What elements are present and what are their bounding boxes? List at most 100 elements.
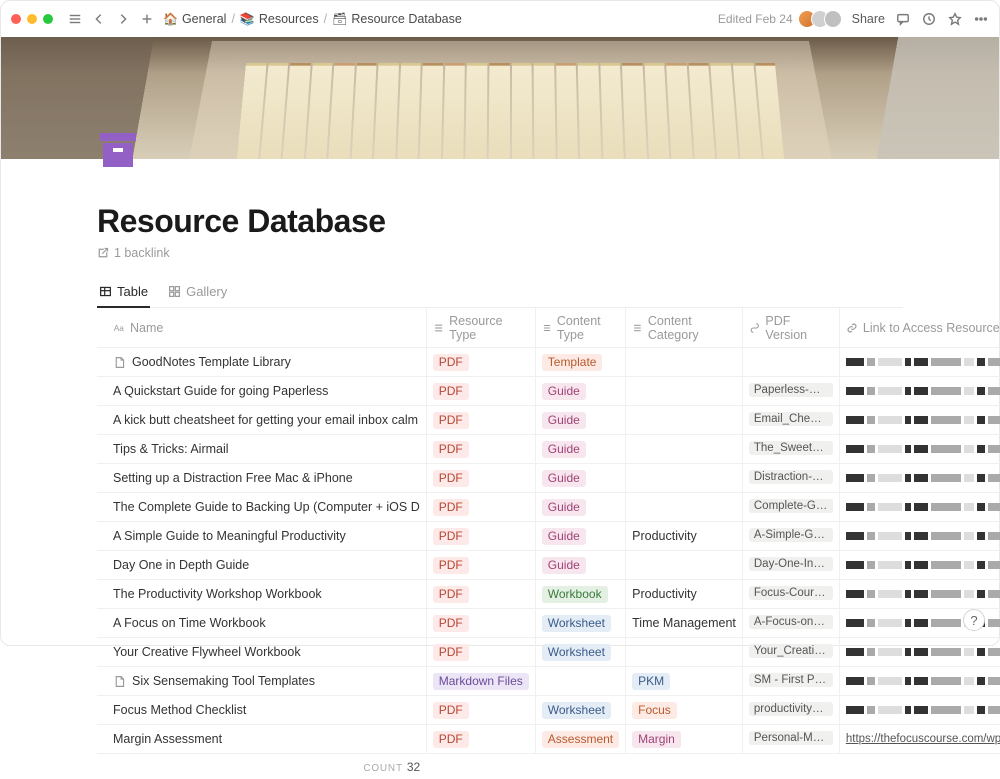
page-content: Resource Database 1 backlink Table Galle… — [1, 159, 999, 779]
table-row[interactable]: A Simple Guide to Meaningful Productivit… — [97, 522, 1000, 551]
breadcrumb-label: General — [182, 12, 226, 26]
table-row[interactable]: Your Creative Flywheel WorkbookPDFWorksh… — [97, 638, 1000, 667]
nav-back-icon[interactable] — [91, 11, 107, 27]
sidebar-toggle-icon[interactable] — [67, 11, 83, 27]
link-cell[interactable] — [839, 580, 1000, 609]
page-title[interactable]: Resource Database — [97, 203, 903, 240]
table-row[interactable]: A Quickstart Guide for going PaperlessPD… — [97, 377, 1000, 406]
content-type-tag: Template — [542, 354, 603, 371]
pdf-attachment[interactable]: Personal-Marg… — [749, 731, 833, 745]
updates-icon[interactable] — [921, 11, 937, 27]
link-cell[interactable] — [839, 638, 1000, 667]
link-cell[interactable] — [839, 348, 1000, 377]
row-title: Day One in Depth Guide — [113, 558, 249, 572]
resource-type-tag: PDF — [433, 441, 469, 458]
content-type-tag: Guide — [542, 441, 586, 458]
avatar — [824, 10, 842, 28]
minimize-window-icon[interactable] — [27, 14, 37, 24]
content-category-tag: PKM — [632, 673, 670, 690]
column-header-link[interactable]: Link to Access Resource — [839, 308, 1000, 348]
tab-label: Table — [117, 284, 148, 299]
nav-forward-icon[interactable] — [115, 11, 131, 27]
table-row[interactable]: Focus Method ChecklistPDFWorksheetFocusp… — [97, 696, 1000, 725]
content-category-tag: Focus — [632, 702, 677, 719]
home-icon: 🏠 — [163, 12, 178, 26]
breadcrumb-label: Resources — [259, 12, 319, 26]
cover-image[interactable] — [1, 37, 999, 159]
column-header-resource-type[interactable]: Resource Type — [426, 308, 535, 348]
table-row[interactable]: The Productivity Workshop WorkbookPDFWor… — [97, 580, 1000, 609]
row-title: GoodNotes Template Library — [132, 355, 291, 369]
link-cell[interactable] — [839, 406, 1000, 435]
favorite-icon[interactable] — [947, 11, 963, 27]
column-header-content-type[interactable]: Content Type — [535, 308, 625, 348]
tab-gallery[interactable]: Gallery — [166, 278, 229, 307]
help-button[interactable]: ? — [963, 609, 985, 631]
table-row[interactable]: Six Sensemaking Tool TemplatesMarkdown F… — [97, 667, 1000, 696]
tab-table[interactable]: Table — [97, 278, 150, 307]
pdf-attachment[interactable]: Email_Cheatsh… — [749, 412, 833, 426]
comments-icon[interactable] — [895, 11, 911, 27]
link-cell[interactable] — [839, 667, 1000, 696]
backlinks-link[interactable]: 1 backlink — [97, 246, 903, 260]
database-view-tabs: Table Gallery — [97, 278, 903, 308]
books-icon: 📚 — [240, 12, 255, 26]
link-cell[interactable] — [839, 551, 1000, 580]
breadcrumb-general[interactable]: 🏠 General — [163, 12, 226, 26]
resource-type-tag: PDF — [433, 557, 469, 574]
table-row[interactable]: Day One in Depth GuidePDFGuideDay-One-In… — [97, 551, 1000, 580]
topbar-right: Edited Feb 24 Share — [718, 10, 989, 28]
presence-avatars[interactable] — [803, 10, 842, 28]
pdf-attachment[interactable]: Focus-Course… — [749, 586, 833, 600]
link-cell[interactable] — [839, 464, 1000, 493]
resource-type-tag: PDF — [433, 499, 469, 516]
content-category-tag: Margin — [632, 731, 681, 748]
pdf-attachment[interactable]: A-Focus-on-Ti… — [749, 615, 833, 629]
row-title: A kick butt cheatsheet for getting your … — [113, 413, 418, 427]
new-page-icon[interactable] — [139, 11, 155, 27]
pdf-attachment[interactable]: Day-One-In-D… — [749, 557, 833, 571]
column-header-name[interactable]: AaName — [97, 308, 426, 348]
row-title: A Quickstart Guide for going Paperless — [113, 384, 328, 398]
column-header-content-category[interactable]: Content Category — [626, 308, 743, 348]
close-window-icon[interactable] — [11, 14, 21, 24]
more-icon[interactable] — [973, 11, 989, 27]
row-title: Margin Assessment — [113, 732, 222, 746]
link-cell[interactable] — [839, 377, 1000, 406]
archive-icon: 🗃 — [332, 12, 347, 26]
content-type-tag: Assessment — [542, 731, 619, 748]
table-row[interactable]: Margin AssessmentPDFAssessmentMarginPers… — [97, 725, 1000, 754]
row-title: Tips & Tricks: Airmail — [113, 442, 229, 456]
maximize-window-icon[interactable] — [43, 14, 53, 24]
table-row[interactable]: Setting up a Distraction Free Mac & iPho… — [97, 464, 1000, 493]
table-row[interactable]: A Focus on Time WorkbookPDFWorksheetTime… — [97, 609, 1000, 638]
breadcrumb-resource-database[interactable]: 🗃 Resource Database — [332, 12, 462, 26]
table-row[interactable]: GoodNotes Template LibraryPDFTemplate — [97, 348, 1000, 377]
breadcrumb-sep: / — [231, 12, 234, 26]
row-title: Six Sensemaking Tool Templates — [132, 674, 315, 688]
link-cell[interactable] — [839, 696, 1000, 725]
pdf-attachment[interactable]: The_Sweet_Se… — [749, 441, 833, 455]
breadcrumb-resources[interactable]: 📚 Resources — [240, 12, 319, 26]
table-row[interactable]: A kick butt cheatsheet for getting your … — [97, 406, 1000, 435]
pdf-attachment[interactable]: Distraction-Fr… — [749, 470, 833, 484]
last-edited-label: Edited Feb 24 — [718, 12, 793, 26]
link-cell[interactable] — [839, 493, 1000, 522]
table-row[interactable]: The Complete Guide to Backing Up (Comput… — [97, 493, 1000, 522]
share-button[interactable]: Share — [852, 12, 885, 26]
link-cell[interactable]: https://thefocuscourse.com/wp-content/up… — [839, 725, 1000, 754]
page-icon[interactable] — [99, 133, 137, 171]
row-title: Your Creative Flywheel Workbook — [113, 645, 301, 659]
pdf-attachment[interactable]: SM - First Prin… — [749, 673, 833, 687]
content-type-tag: Worksheet — [542, 615, 611, 632]
table-row[interactable]: Tips & Tricks: Airmail PDF Guide The_Sweet_… — [97, 435, 1000, 464]
link-cell[interactable] — [839, 522, 1000, 551]
column-header-pdf-version[interactable]: PDF Version — [742, 308, 839, 348]
topbar: 🏠 General / 📚 Resources / 🗃 Resource Dat… — [1, 1, 999, 37]
pdf-attachment[interactable]: Paperless-Offi… — [749, 383, 833, 397]
pdf-attachment[interactable]: productivity_fl… — [749, 702, 833, 716]
resource-type-tag: PDF — [433, 528, 469, 545]
link-cell[interactable] — [839, 435, 1000, 464]
pdf-attachment[interactable]: A-Simple-Guid… — [749, 528, 833, 542]
pdf-attachment[interactable]: Complete-Gui… — [749, 499, 833, 513]
